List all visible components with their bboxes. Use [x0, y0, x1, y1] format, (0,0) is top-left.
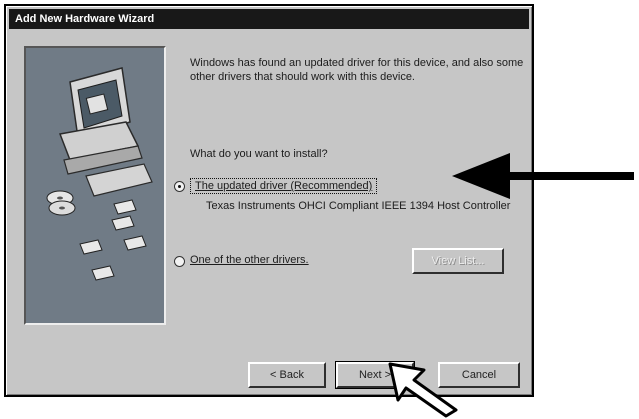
- window-title: Add New Hardware Wizard: [9, 9, 529, 29]
- option-updated-driver-label[interactable]: The updated driver (Recommended): [190, 178, 378, 194]
- option-other-drivers-label[interactable]: One of the other drivers.: [190, 254, 309, 266]
- view-list-button[interactable]: View List...: [412, 248, 504, 274]
- radio-updated-driver[interactable]: [174, 181, 185, 192]
- wizard-illustration: [24, 46, 166, 325]
- intro-text: Windows has found an updated driver for …: [190, 57, 524, 83]
- pointer-arrow-icon: [452, 153, 634, 199]
- back-button[interactable]: < Back: [248, 362, 326, 388]
- computer-disks-icon: [46, 67, 153, 281]
- question-text: What do you want to install?: [190, 148, 328, 160]
- radio-other-drivers[interactable]: [174, 256, 185, 267]
- mouse-cursor-icon: [388, 362, 458, 418]
